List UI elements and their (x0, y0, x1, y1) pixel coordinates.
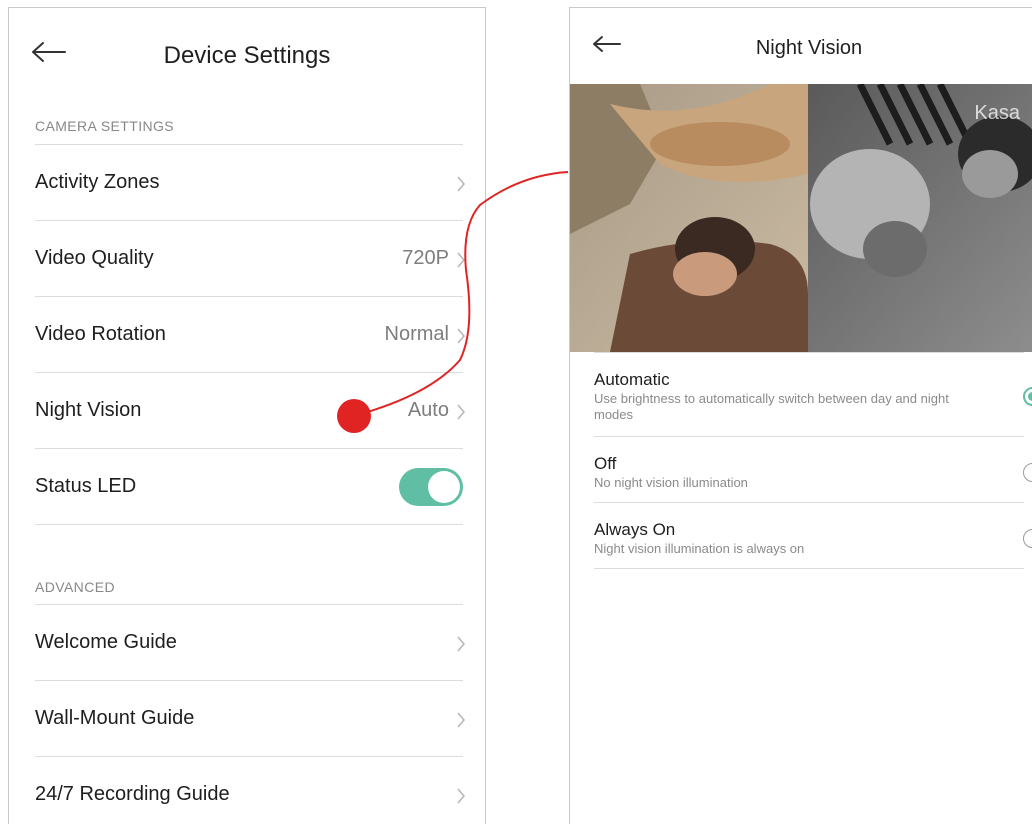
status-led-toggle[interactable] (399, 468, 463, 506)
device-settings-screen: Device Settings CAMERA SETTINGS Activity… (8, 7, 486, 824)
settings-row-wall-mount-guide[interactable]: Wall-Mount Guide (35, 681, 465, 757)
option-description: Night vision illumination is always on (594, 541, 805, 556)
row-label: Video Quality (35, 247, 154, 269)
option-off[interactable]: Off No night vision illumination (594, 454, 1032, 503)
option-always-on[interactable]: Always On Night vision illumination is a… (594, 520, 1032, 569)
chevron-right-icon (457, 328, 465, 344)
chevron-right-icon (457, 788, 465, 804)
row-value: 720P (402, 247, 449, 269)
preview-illustration (570, 84, 1032, 352)
chevron-right-icon (457, 176, 465, 192)
row-label: Video Rotation (35, 323, 166, 345)
divider (594, 352, 1024, 353)
row-label: Wall-Mount Guide (35, 707, 195, 729)
row-value: Auto (407, 399, 449, 421)
settings-row-status-led: Status LED (35, 449, 463, 525)
settings-row-video-quality[interactable]: Video Quality 720P (35, 221, 465, 297)
section-label-advanced: ADVANCED (35, 579, 115, 595)
radio-off[interactable] (1023, 463, 1032, 482)
settings-row-night-vision[interactable]: Night Vision Auto (35, 373, 465, 449)
settings-row-welcome-guide[interactable]: Welcome Guide (35, 605, 465, 681)
row-label: Activity Zones (35, 171, 160, 193)
row-label: 24/7 Recording Guide (35, 783, 230, 805)
radio-always-on[interactable] (1023, 529, 1032, 548)
option-title: Automatic (594, 370, 670, 389)
chevron-right-icon (457, 404, 465, 420)
option-automatic[interactable]: Automatic Use brightness to automaticall… (594, 370, 1032, 437)
settings-row-activity-zones[interactable]: Activity Zones (35, 145, 465, 221)
option-title: Off (594, 454, 617, 473)
option-title: Always On (594, 520, 676, 539)
radio-automatic[interactable] (1023, 387, 1032, 406)
option-description: No night vision illumination (594, 475, 748, 490)
page-title: Night Vision (755, 37, 863, 59)
night-vision-screen: Night Vision Kasa Automatic Use brightne… (569, 7, 1032, 824)
row-label: Status LED (35, 475, 137, 497)
row-label: Night Vision (35, 399, 142, 421)
row-value: Normal (384, 323, 449, 345)
chevron-right-icon (457, 636, 465, 652)
row-label: Welcome Guide (35, 631, 177, 653)
settings-row-video-rotation[interactable]: Video Rotation Normal (35, 297, 465, 373)
page-title: Device Settings (163, 42, 331, 69)
option-description: Use brightness to automatically switch b… (594, 391, 949, 422)
night-vision-preview-image: Kasa (570, 84, 1032, 352)
chevron-right-icon (457, 712, 465, 728)
kasa-watermark: Kasa (974, 102, 1020, 124)
settings-row-recording-guide[interactable]: 24/7 Recording Guide (35, 757, 465, 824)
section-label-camera: CAMERA SETTINGS (35, 118, 175, 134)
chevron-right-icon (457, 252, 465, 268)
toggle-knob (428, 471, 460, 503)
